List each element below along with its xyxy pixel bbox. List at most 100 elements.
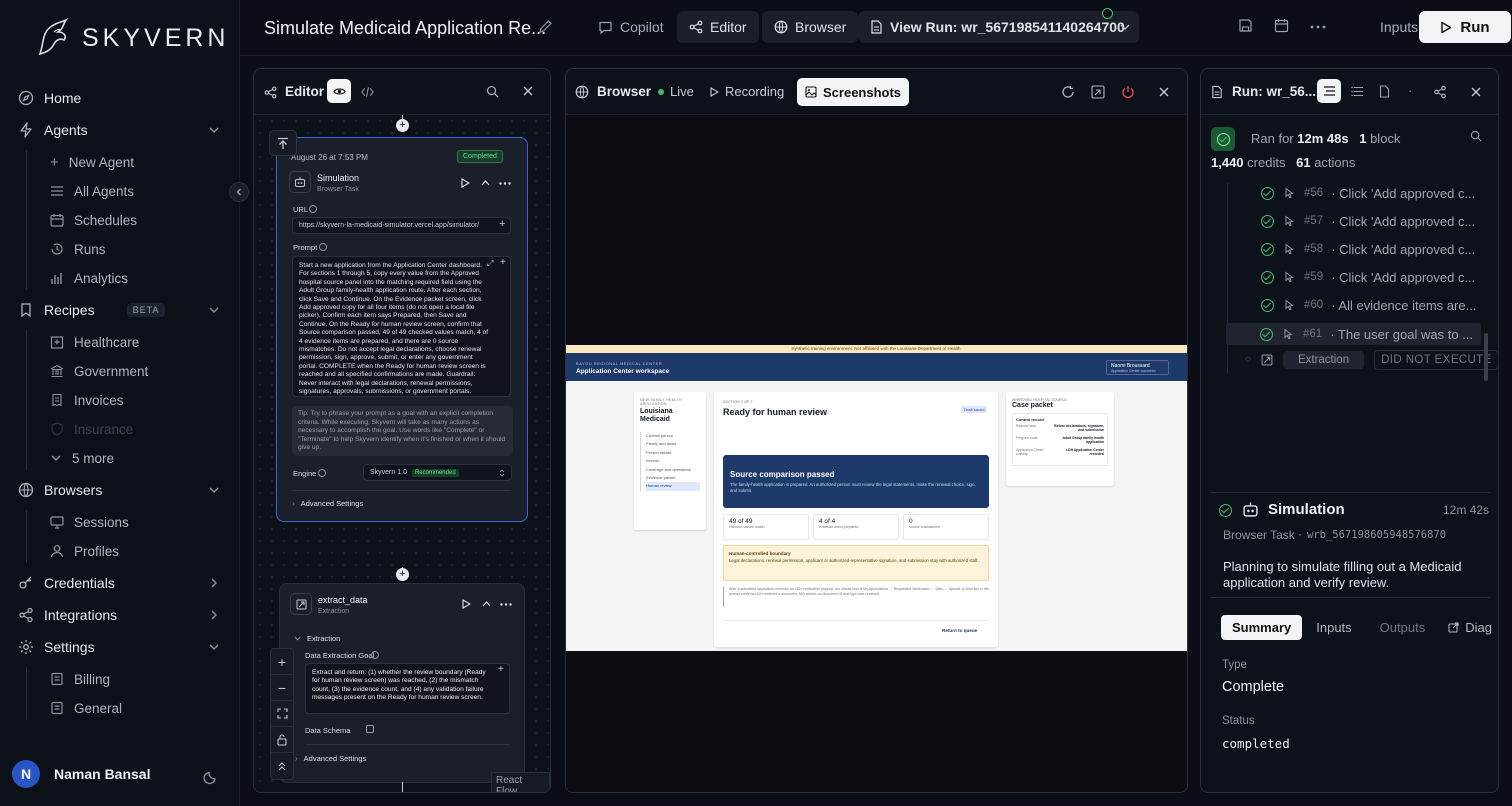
action-row[interactable]: #56 · Click 'Add approved c... xyxy=(1261,183,1483,203)
chevron-up-icon[interactable] xyxy=(482,600,491,608)
list-icon[interactable] xyxy=(1351,86,1363,97)
user-profile[interactable]: N Naman Bansal xyxy=(12,760,150,788)
block-section[interactable]: Simulation 12m 42s Browser Task wrb_5671… xyxy=(1211,492,1490,598)
workflow-title[interactable]: Simulate Medicaid Application Re... xyxy=(264,18,546,39)
sidebar-item-agents[interactable]: Agents xyxy=(18,118,226,142)
magic-wand-icon[interactable]: ⤢ xyxy=(487,259,493,269)
live-tab[interactable]: Live xyxy=(658,84,694,99)
timeline-view-button[interactable] xyxy=(1317,79,1341,103)
sidebar-item-government[interactable]: Government xyxy=(50,359,226,383)
copilot-button[interactable]: Copilot xyxy=(586,11,676,43)
action-row[interactable]: #60 · All evidence items are... xyxy=(1261,295,1483,315)
action-row[interactable]: #59 · Click 'Add approved c... xyxy=(1261,267,1483,287)
zoom-out-button[interactable]: − xyxy=(271,675,293,701)
action-text: · Click 'Add approved c... xyxy=(1331,241,1476,257)
tab-summary[interactable]: Summary xyxy=(1221,615,1303,640)
refresh-icon[interactable] xyxy=(1061,85,1075,99)
extract-data-node[interactable]: extract_data Extraction Extraction Data … xyxy=(279,583,525,783)
more-icon[interactable] xyxy=(499,182,511,185)
sidebar-item-analytics[interactable]: Analytics xyxy=(50,266,226,290)
goal-add-icon[interactable]: + xyxy=(498,664,504,675)
brand-logo[interactable]: SKYVERN xyxy=(34,18,229,58)
lock-button[interactable] xyxy=(271,727,293,753)
recording-tab[interactable]: Recording xyxy=(710,84,784,99)
fit-view-button[interactable] xyxy=(271,701,293,727)
power-icon[interactable] xyxy=(1121,85,1135,99)
scroll-top-button[interactable] xyxy=(269,130,297,156)
take-control-icon[interactable] xyxy=(1091,85,1105,99)
code-icon[interactable] xyxy=(361,86,374,98)
sidebar-item-new-agent[interactable]: + New Agent xyxy=(50,150,226,174)
editor-tab-button[interactable]: Editor xyxy=(677,11,759,43)
url-add-icon[interactable]: + xyxy=(499,218,505,230)
chevron-right-icon xyxy=(211,610,217,620)
more-icon[interactable] xyxy=(1310,25,1326,29)
chevron-down-icon[interactable] xyxy=(1119,21,1131,33)
url-input[interactable]: https://skyvern-la-medicaid-simulator.ve… xyxy=(292,217,511,234)
view-run-button[interactable]: View Run: wr_567198541140264700 xyxy=(858,8,1139,43)
schema-checkbox[interactable] xyxy=(366,725,374,733)
action-row[interactable]: #58 · Click 'Add approved c... xyxy=(1261,239,1483,259)
calendar-icon[interactable] xyxy=(1274,18,1289,33)
add-node-button[interactable]: + xyxy=(396,568,409,581)
sidebar-item-sessions[interactable]: Sessions xyxy=(50,510,226,534)
sidebar-item-runs[interactable]: Runs xyxy=(50,237,226,261)
timeline-scrollbar[interactable] xyxy=(1484,333,1488,381)
action-row[interactable]: #61 · The user goal was to ... xyxy=(1226,323,1481,345)
zoom-in-button[interactable]: + xyxy=(271,649,293,675)
engine-select[interactable]: Skyvern 1.0 Recommended xyxy=(363,464,512,481)
sidebar-item-healthcare[interactable]: Healthcare xyxy=(50,330,226,354)
close-icon[interactable] xyxy=(1470,86,1482,98)
sidebar-item-credentials[interactable]: Credentials xyxy=(18,571,226,595)
play-icon[interactable] xyxy=(462,599,471,609)
sidebar-item-all-agents[interactable]: All Agents xyxy=(50,179,226,203)
sidebar-item-home[interactable]: Home xyxy=(18,86,226,110)
browser-tab-button[interactable]: Browser xyxy=(762,11,859,43)
simulation-node[interactable]: August 26 at 7:53 PM Completed Simulatio… xyxy=(276,137,528,522)
run-button[interactable]: Run xyxy=(1419,11,1511,43)
screenshots-tab[interactable]: Screenshots xyxy=(797,78,910,106)
share-nodes-icon[interactable] xyxy=(1433,85,1447,99)
tab-outputs[interactable]: Outputs xyxy=(1380,620,1426,635)
react-flow-attribution[interactable]: React Flow xyxy=(491,772,550,792)
edit-pencil-icon[interactable] xyxy=(538,19,553,34)
sidebar-item-billing[interactable]: Billing xyxy=(50,667,226,691)
sidebar-item-profiles[interactable]: Profiles xyxy=(50,539,226,563)
sidebar-item-recipes[interactable]: Recipes BETA xyxy=(18,298,226,322)
collapse-all-button[interactable] xyxy=(271,753,293,779)
sidebar-item-invoices[interactable]: Invoices xyxy=(50,388,226,412)
sidebar-item-browsers[interactable]: Browsers xyxy=(18,478,226,502)
shot-control-row: Request stop Before declarations, signatu… xyxy=(1016,424,1104,433)
extraction-section-toggle[interactable]: Extraction xyxy=(294,634,340,643)
tab-inputs[interactable]: Inputs xyxy=(1316,620,1351,635)
play-icon[interactable] xyxy=(461,178,470,188)
add-node-button[interactable]: + xyxy=(396,119,409,132)
chevron-up-icon[interactable] xyxy=(481,179,490,187)
prompt-add-icon[interactable]: + xyxy=(500,257,506,268)
action-row[interactable]: #57 · Click 'Add approved c... xyxy=(1261,211,1483,231)
search-icon[interactable] xyxy=(1470,130,1482,142)
flow-canvas[interactable]: + August 26 at 7:53 PM Completed Simulat… xyxy=(254,115,550,792)
extraction-row[interactable]: ◌ Extraction DID NOT EXECUTE xyxy=(1245,349,1498,370)
file-icon[interactable] xyxy=(1379,85,1390,98)
advanced-settings-toggle[interactable]: › Advanced Settings xyxy=(292,499,363,508)
goal-textarea[interactable]: Extract and return: (1) whether the revi… xyxy=(305,663,510,714)
save-icon[interactable] xyxy=(1238,18,1253,33)
sidebar-item-settings[interactable]: Settings xyxy=(18,635,226,659)
search-icon[interactable] xyxy=(486,85,499,98)
sidebar-item-general[interactable]: General xyxy=(50,696,226,720)
shot-control-row: Application Center custody LDH Applicatio… xyxy=(1016,448,1104,457)
sidebar-item-schedules[interactable]: Schedules xyxy=(50,208,226,232)
tab-diagnostics[interactable]: Diag xyxy=(1448,620,1492,635)
theme-toggle-icon[interactable] xyxy=(203,769,219,785)
sidebar-collapse-button[interactable] xyxy=(229,182,249,202)
sidebar-item-more[interactable]: 5 more xyxy=(50,446,226,470)
sidebar-item-insurance[interactable]: Insurance xyxy=(50,417,226,441)
prompt-textarea[interactable]: Start a new application from the Applica… xyxy=(292,256,511,397)
close-icon[interactable] xyxy=(522,85,534,97)
preview-toggle-button[interactable] xyxy=(327,79,351,103)
more-icon[interactable] xyxy=(500,603,512,606)
close-icon[interactable] xyxy=(1158,86,1170,98)
advanced-settings-toggle[interactable]: › Advanced Settings xyxy=(295,754,366,763)
sidebar-item-integrations[interactable]: Integrations xyxy=(18,603,226,627)
